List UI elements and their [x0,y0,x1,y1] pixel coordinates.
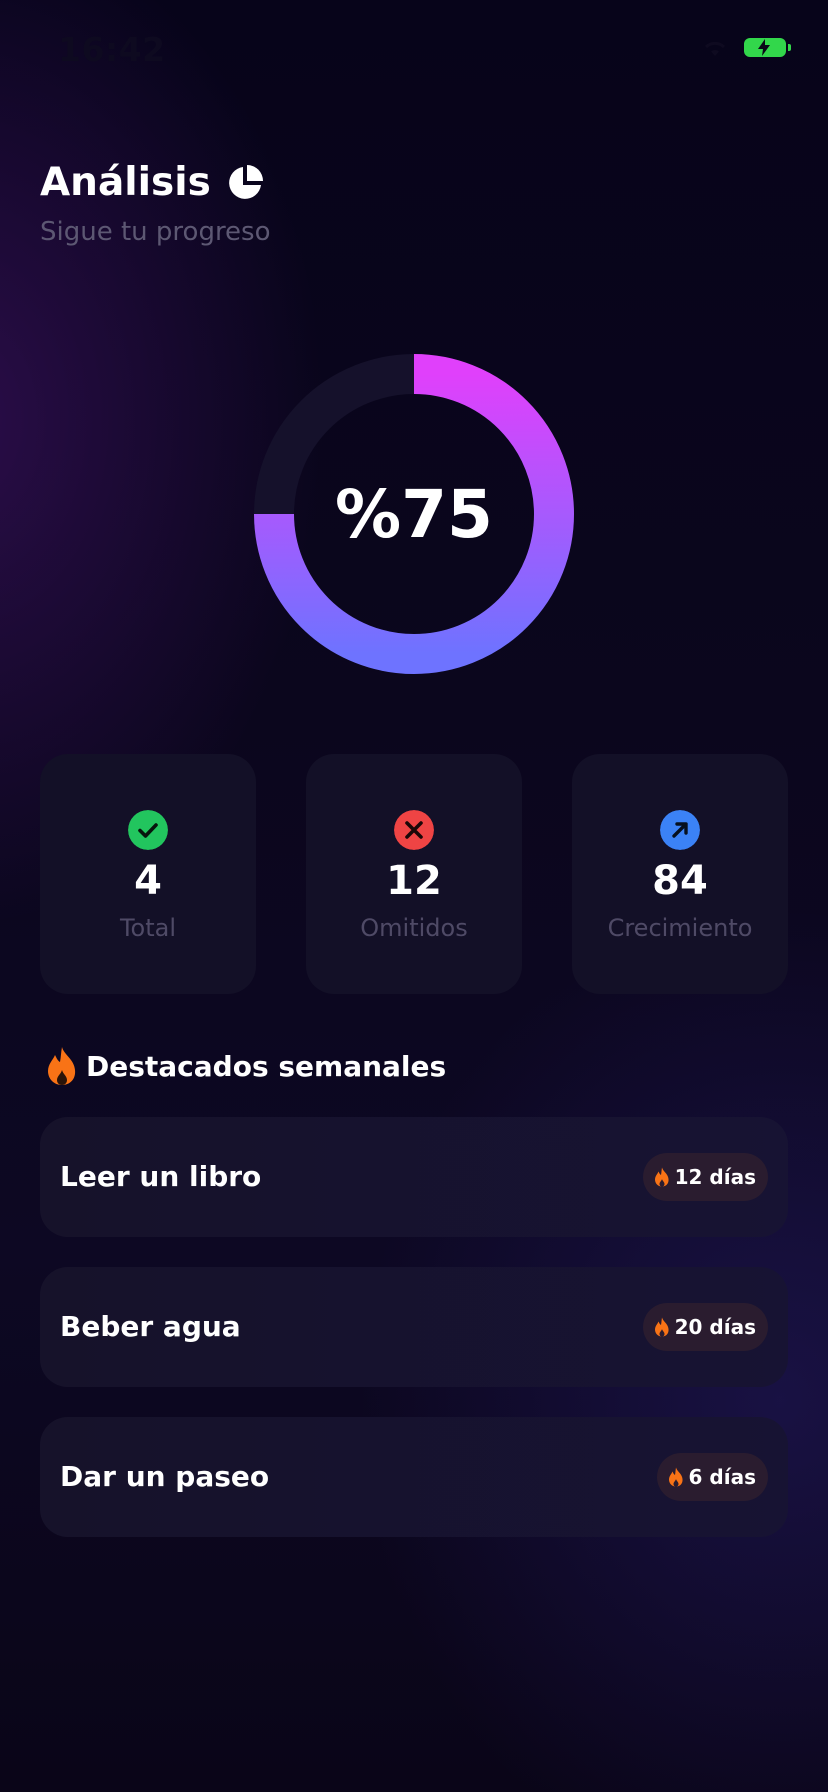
x-icon [394,810,434,850]
habit-name: Leer un libro [60,1160,262,1193]
stats-row: 4 Total 12 Omitidos 84 Crecimiento [40,754,788,994]
habit-name: Beber agua [60,1310,241,1343]
streak-badge: 20 días [642,1303,768,1351]
highlights-title: Destacados semanales [44,1046,446,1086]
habit-card[interactable]: Dar un paseo 6 días [40,1417,788,1537]
streak-value: 12 días [674,1165,756,1189]
wifi-icon [704,41,726,56]
fire-icon [668,1467,683,1487]
stat-card-total: 4 Total [40,754,256,994]
stat-value: 12 [386,858,442,904]
status-time: 16:42 [58,30,166,69]
arrow-up-right-icon [660,810,700,850]
fire-icon [654,1317,669,1337]
stat-card-omitidos: 12 Omitidos [306,754,522,994]
habit-name: Dar un paseo [60,1460,270,1493]
stat-label: Omitidos [360,914,468,942]
streak-value: 6 días [688,1465,756,1489]
charging-bolt-icon [758,39,770,56]
habit-card[interactable]: Leer un libro 12 días [40,1117,788,1237]
stat-label: Total [119,914,177,942]
battery-icon [744,38,791,57]
section-heading: Destacados semanales [86,1049,447,1083]
stat-value: 84 [652,858,708,904]
streak-badge: 6 días [656,1453,768,1501]
stat-label: Crecimiento [607,914,753,942]
progress-percentage: %75 [335,475,493,553]
stat-card-crecimiento: 84 Crecimiento [572,754,788,994]
page-title: Análisis [40,160,211,205]
check-icon [128,810,168,850]
fire-icon [48,1047,76,1085]
status-bar: 16:42 [0,0,828,100]
header: Análisis Sigue tu progreso [40,160,271,247]
fire-icon [654,1167,669,1187]
streak-badge: 12 días [642,1153,768,1201]
page-subtitle: Sigue tu progreso [40,217,271,247]
stat-value: 4 [134,858,162,904]
pie-chart-icon [228,164,263,199]
streak-value: 20 días [674,1315,756,1339]
habit-card[interactable]: Beber agua 20 días [40,1267,788,1387]
